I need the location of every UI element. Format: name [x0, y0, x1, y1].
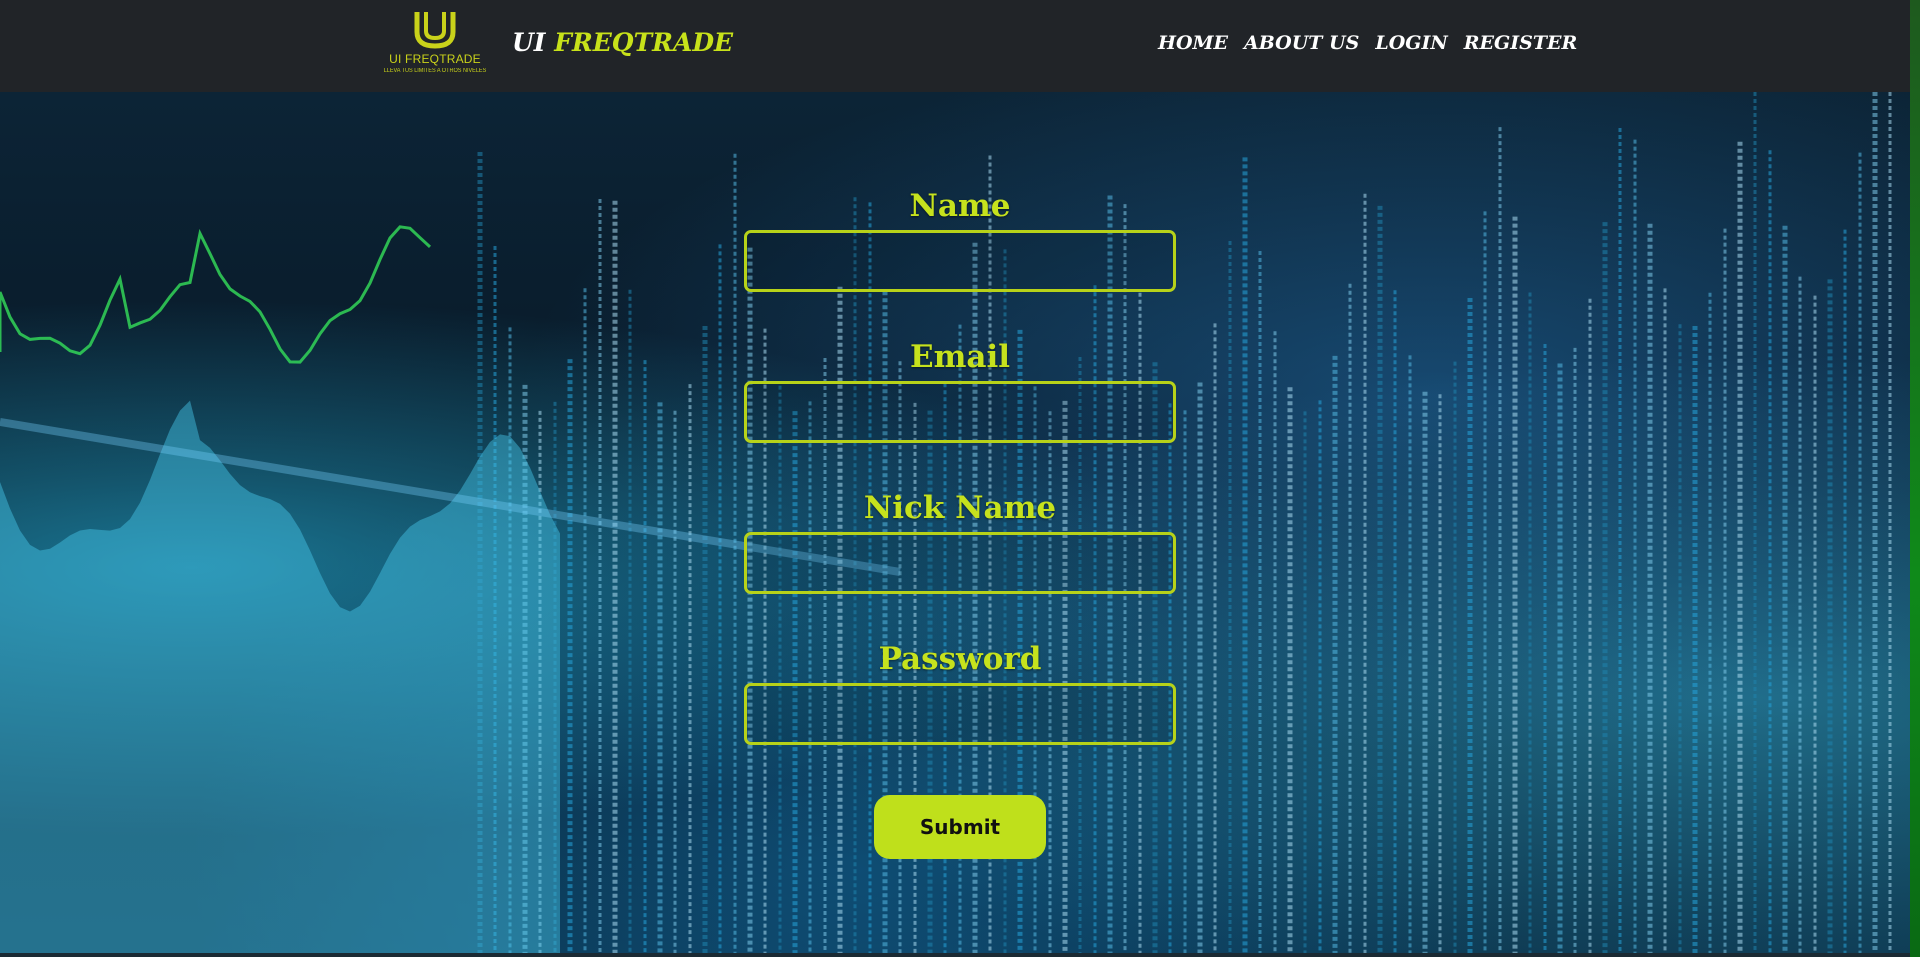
- register-form: Name Email Nick Name Password Submit: [744, 188, 1176, 859]
- nav-about-us[interactable]: ABOUT US: [1244, 32, 1359, 54]
- navbar: UI FREQTRADE LLEVA TUS LIMITES A OTROS N…: [0, 0, 1910, 92]
- bottom-divider: [0, 953, 1910, 957]
- password-label: Password: [878, 641, 1042, 677]
- password-field-group: Password: [744, 641, 1176, 792]
- name-label: Name: [909, 188, 1011, 224]
- brand-title: UI FREQTRADE: [512, 28, 733, 57]
- logo[interactable]: UI FREQTRADE LLEVA TUS LIMITES A OTROS N…: [372, 10, 498, 82]
- email-input[interactable]: [744, 381, 1176, 443]
- password-input[interactable]: [744, 683, 1176, 745]
- email-field-group: Email: [744, 339, 1176, 490]
- nav-login[interactable]: LOGIN: [1375, 32, 1447, 54]
- submit-wrap: Submit: [744, 795, 1176, 859]
- nickname-field-group: Nick Name: [744, 490, 1176, 641]
- email-label: Email: [909, 339, 1011, 375]
- u-logo-icon: [414, 12, 456, 49]
- nav-home[interactable]: HOME: [1158, 32, 1228, 54]
- nickname-input[interactable]: [744, 532, 1176, 594]
- brand-main: FREQTRADE: [554, 28, 734, 57]
- brand-prefix: UI: [512, 28, 546, 57]
- logo-name: UI FREQTRADE: [389, 52, 481, 66]
- window-edge: [1910, 0, 1920, 957]
- register-page: UI FREQTRADE LLEVA TUS LIMITES A OTROS N…: [0, 0, 1920, 957]
- nickname-label: Nick Name: [863, 490, 1057, 526]
- submit-button[interactable]: Submit: [874, 795, 1046, 859]
- main-nav: HOME ABOUT US LOGIN REGISTER: [1158, 32, 1577, 54]
- nav-register[interactable]: REGISTER: [1464, 32, 1578, 54]
- name-input[interactable]: [744, 230, 1176, 292]
- name-field-group: Name: [744, 188, 1176, 339]
- logo-tagline: LLEVA TUS LIMITES A OTROS NIVELES: [383, 68, 487, 74]
